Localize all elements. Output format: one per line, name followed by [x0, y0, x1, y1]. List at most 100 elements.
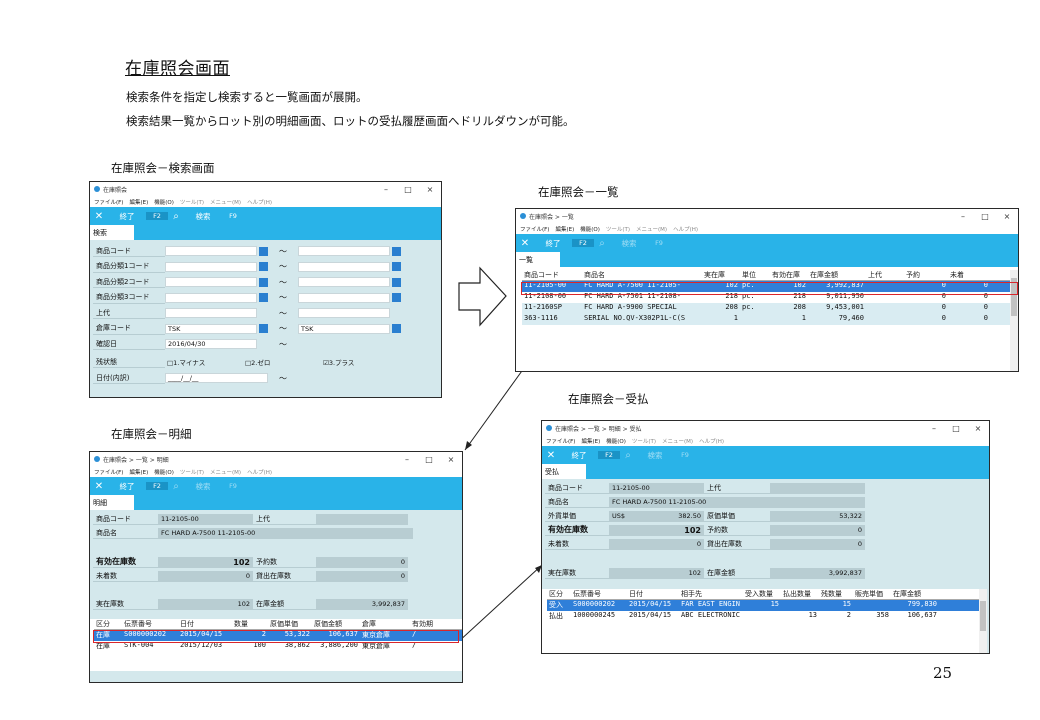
maximize-button[interactable]: □: [418, 455, 440, 464]
maximize-button[interactable]: □: [397, 185, 419, 194]
search-icon[interactable]: ⌕: [168, 481, 184, 492]
menu-help[interactable]: ヘルプ(H): [699, 437, 724, 445]
exit-button[interactable]: 終了: [560, 450, 598, 461]
menu-menu[interactable]: メニュー(M): [210, 468, 241, 476]
lookup-button[interactable]: [259, 324, 268, 333]
lookup-button[interactable]: [259, 246, 268, 256]
field-to-input[interactable]: [298, 308, 390, 318]
menu-function[interactable]: 機能(O): [154, 198, 174, 206]
history-scrollbar[interactable]: [979, 589, 987, 653]
lookup-button[interactable]: [392, 246, 401, 256]
search-button[interactable]: 検索: [184, 211, 222, 222]
menu-tools[interactable]: ツール(T): [180, 198, 204, 206]
table-row[interactable]: 11-2160SP FC HARD A-9900 SPECIAL 208 pc. 208…: [522, 303, 1010, 314]
menu-edit[interactable]: 編集(E): [555, 225, 574, 233]
status-option[interactable]: ☑3.プラス: [321, 357, 399, 367]
minimize-button[interactable]: –: [375, 185, 397, 194]
menu-file[interactable]: ファイル(F): [94, 198, 123, 206]
menu-tools[interactable]: ツール(T): [606, 225, 630, 233]
column-header[interactable]: 受入数量: [743, 589, 781, 599]
exit-button[interactable]: 終了: [108, 481, 146, 492]
lookup-button[interactable]: [259, 262, 268, 271]
close-window-button[interactable]: ×: [967, 424, 989, 433]
close-icon[interactable]: ✕: [90, 211, 108, 222]
column-header[interactable]: 原価単価: [268, 619, 312, 629]
lookup-button[interactable]: [392, 277, 401, 287]
lookup-button[interactable]: [259, 293, 268, 302]
search-button[interactable]: 検索: [610, 238, 648, 249]
menu-function[interactable]: 機能(O): [154, 468, 174, 476]
lookup-button[interactable]: [392, 293, 401, 302]
close-icon[interactable]: ✕: [90, 481, 108, 492]
menu-function[interactable]: 機能(O): [606, 437, 626, 445]
lookup-button[interactable]: [392, 324, 401, 333]
exit-button[interactable]: 終了: [108, 211, 146, 222]
menu-edit[interactable]: 編集(E): [129, 468, 148, 476]
column-header[interactable]: 数量: [232, 619, 268, 629]
column-header[interactable]: 単位: [740, 270, 770, 280]
close-window-button[interactable]: ×: [996, 212, 1018, 221]
column-header[interactable]: 商品名: [582, 270, 702, 280]
menu-edit[interactable]: 編集(E): [129, 198, 148, 206]
search-icon[interactable]: ⌕: [594, 238, 610, 249]
tab-detail[interactable]: 明細: [90, 495, 134, 510]
date-input[interactable]: ____/__/__: [165, 373, 268, 383]
field-from-input[interactable]: 2016/04/30: [165, 339, 257, 349]
field-to-input[interactable]: TSK: [298, 323, 390, 334]
field-from-input[interactable]: TSK: [165, 323, 257, 334]
column-header[interactable]: 区分: [547, 589, 571, 599]
close-icon[interactable]: ✕: [542, 450, 560, 461]
menu-help[interactable]: ヘルプ(H): [673, 225, 698, 233]
menu-file[interactable]: ファイル(F): [520, 225, 549, 233]
column-header[interactable]: 上代: [866, 270, 904, 280]
field-from-input[interactable]: [165, 292, 257, 303]
column-header[interactable]: 商品コード: [522, 270, 582, 280]
lookup-button[interactable]: [392, 262, 401, 271]
table-row[interactable]: 受入 S000000202 2015/04/15 FAR EAST ENGIN 15 15…: [547, 600, 979, 611]
column-header[interactable]: 倉庫: [360, 619, 410, 629]
menu-function[interactable]: 機能(O): [580, 225, 600, 233]
menu-menu[interactable]: メニュー(M): [662, 437, 693, 445]
column-header[interactable]: 実在庫: [702, 270, 740, 280]
column-header[interactable]: 伝票番号: [122, 619, 178, 629]
column-header[interactable]: 有効在庫: [770, 270, 808, 280]
menu-menu[interactable]: メニュー(M): [210, 198, 241, 206]
column-header[interactable]: 在庫金額: [808, 270, 866, 280]
field-from-input[interactable]: [165, 308, 257, 318]
column-header[interactable]: 日付: [178, 619, 232, 629]
field-from-input[interactable]: [165, 246, 257, 256]
field-to-input[interactable]: [298, 261, 390, 272]
column-header[interactable]: 販売単価: [853, 589, 891, 599]
tab-search[interactable]: 検索: [90, 225, 134, 240]
minimize-button[interactable]: –: [923, 424, 945, 433]
menu-tools[interactable]: ツール(T): [180, 468, 204, 476]
menu-menu[interactable]: メニュー(M): [636, 225, 667, 233]
column-header[interactable]: 日付: [627, 589, 679, 599]
menu-edit[interactable]: 編集(E): [581, 437, 600, 445]
search-icon[interactable]: ⌕: [620, 450, 636, 461]
menu-file[interactable]: ファイル(F): [546, 437, 575, 445]
column-header[interactable]: 区分: [94, 619, 122, 629]
minimize-button[interactable]: –: [396, 455, 418, 464]
menu-tools[interactable]: ツール(T): [632, 437, 656, 445]
column-header[interactable]: 在庫金額: [891, 589, 939, 599]
maximize-button[interactable]: □: [945, 424, 967, 433]
field-from-input[interactable]: [165, 277, 257, 287]
status-option[interactable]: □2.ゼロ: [243, 357, 321, 367]
search-button[interactable]: 検索: [636, 450, 674, 461]
close-window-button[interactable]: ×: [440, 455, 462, 464]
menu-help[interactable]: ヘルプ(H): [247, 198, 272, 206]
minimize-button[interactable]: –: [952, 212, 974, 221]
column-header[interactable]: 伝票番号: [571, 589, 627, 599]
menu-help[interactable]: ヘルプ(H): [247, 468, 272, 476]
field-to-input[interactable]: [298, 246, 390, 256]
menu-file[interactable]: ファイル(F): [94, 468, 123, 476]
column-header[interactable]: 相手先: [679, 589, 743, 599]
table-row[interactable]: 363-1116 SERIAL NO.QV-X302P1L-C(S 1 1 79,460…: [522, 314, 1010, 325]
column-header[interactable]: 残数量: [819, 589, 853, 599]
column-header[interactable]: 有効期: [410, 619, 440, 629]
tab-list[interactable]: 一覧: [516, 252, 560, 267]
field-from-input[interactable]: [165, 261, 257, 272]
field-to-input[interactable]: [298, 277, 390, 287]
field-to-input[interactable]: [298, 292, 390, 303]
